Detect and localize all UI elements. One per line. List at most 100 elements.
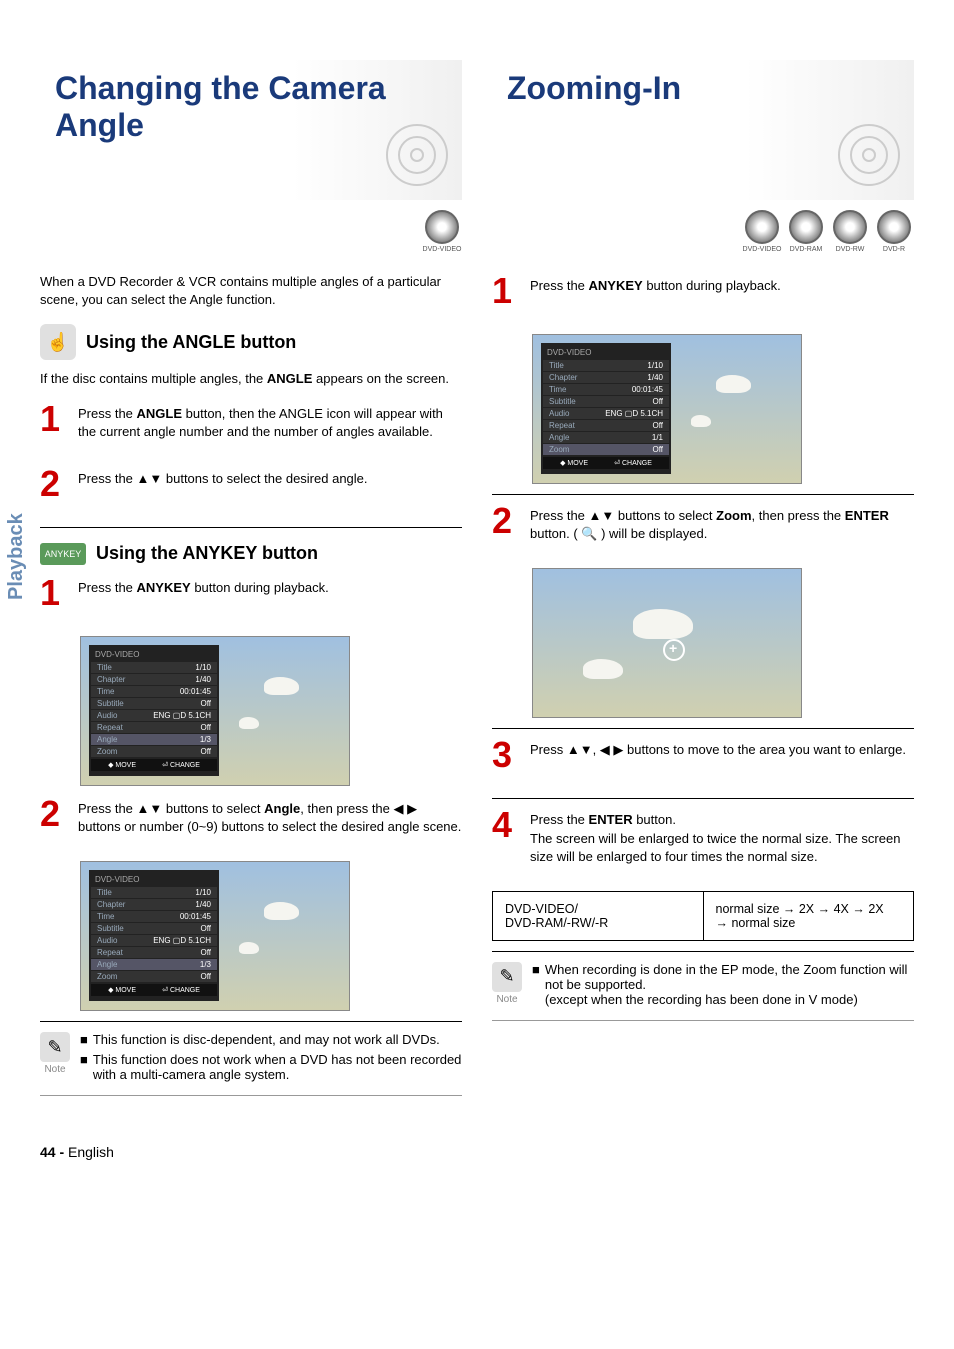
disc-circle-icon xyxy=(789,210,823,244)
note-content: ■This function is disc-dependent, and ma… xyxy=(80,1032,462,1087)
bird-graphic xyxy=(264,902,299,920)
osd-header: DVD-VIDEO xyxy=(89,873,219,886)
disc-icon: DVD-VIDEO xyxy=(422,210,462,258)
screenshot-b2: DVD-VIDEO Title1/10Chapter1/40Time00:01:… xyxy=(80,861,350,1011)
osd-row: Chapter1/40 xyxy=(91,899,217,910)
osd-row: Chapter1/40 xyxy=(543,372,669,383)
osd-row: Angle1/3 xyxy=(91,959,217,970)
section-b-head: ANYKEY Using the ANYKEY button xyxy=(40,543,462,565)
b: ANGLE xyxy=(267,371,313,386)
step-r3: 3 Press ▲▼, ◀ ▶ buttons to move to the a… xyxy=(492,737,914,783)
right-title: Zooming-In xyxy=(507,70,899,107)
intro-text: When a DVD Recorder & VCR contains multi… xyxy=(40,273,462,309)
bullet: ■This function does not work when a DVD … xyxy=(80,1052,462,1082)
step-text: Press the ENTER button. The screen will … xyxy=(530,807,914,866)
osd-footer: ◆ MOVE ⏎ CHANGE xyxy=(543,457,669,469)
osd-rows: Title1/10Chapter1/40Time00:01:45Subtitle… xyxy=(89,887,219,982)
b: Zoom xyxy=(716,508,751,523)
separator xyxy=(40,527,462,528)
section-a-head: ☝ Using the ANGLE button xyxy=(40,324,462,360)
step-num: 2 xyxy=(492,503,520,543)
screenshot-r1: DVD-VIDEO Title1/10Chapter1/40Time00:01:… xyxy=(532,334,802,484)
osd-row: AudioENG ▢D 5.1CH xyxy=(543,408,669,419)
disc-circle-icon xyxy=(745,210,779,244)
step-text: Press the ANGLE button, then the ANGLE i… xyxy=(78,401,462,441)
osd-footer: ◆ MOVE ⏎ CHANGE xyxy=(91,984,217,996)
b: Angle xyxy=(264,801,300,816)
step-num: 4 xyxy=(492,807,520,866)
osd-panel: DVD-VIDEO Title1/10Chapter1/40Time00:01:… xyxy=(89,870,219,1001)
osd-row: RepeatOff xyxy=(543,420,669,431)
step-b1: 1 Press the ANYKEY button during playbac… xyxy=(40,575,462,621)
osd-row: Time00:01:45 xyxy=(91,686,217,697)
step-r1: 1 Press the ANYKEY button during playbac… xyxy=(492,273,914,319)
step-num: 2 xyxy=(40,466,68,502)
osd-row: SubtitleOff xyxy=(543,396,669,407)
screenshot-b1: DVD-VIDEO Title1/10Chapter1/40Time00:01:… xyxy=(80,636,350,786)
osd-move: ◆ MOVE xyxy=(560,459,588,467)
osd-row: SubtitleOff xyxy=(91,698,217,709)
osd-row: Chapter1/40 xyxy=(91,674,217,685)
step-text: Press the ▲▼ buttons to select Angle, th… xyxy=(78,796,462,836)
step-text: Press the ▲▼ buttons to select Zoom, the… xyxy=(530,503,914,543)
note-icon: ✎ xyxy=(40,1032,70,1062)
osd-row: RepeatOff xyxy=(91,947,217,958)
osd-row: Title1/10 xyxy=(91,887,217,898)
disc-circle-icon xyxy=(425,210,459,244)
b: ENTER xyxy=(845,508,889,523)
disc-graphic-icon xyxy=(382,120,452,190)
disc-label: DVD-RW xyxy=(836,246,865,253)
disc-label: DVD-RAM xyxy=(790,246,823,253)
separator xyxy=(40,1095,462,1096)
osd-change: ⏎ CHANGE xyxy=(614,459,652,467)
separator xyxy=(492,951,914,952)
section-b-title: Using the ANYKEY button xyxy=(96,543,318,564)
osd-panel: DVD-VIDEO Title1/10Chapter1/40Time00:01:… xyxy=(541,343,671,474)
osd-move: ◆ MOVE xyxy=(108,761,136,769)
osd-row: ZoomOff xyxy=(91,746,217,757)
note-icon-col: ✎ Note xyxy=(40,1032,70,1087)
step-text: Press ▲▼, ◀ ▶ buttons to move to the are… xyxy=(530,737,906,773)
zoom-table: DVD-VIDEO/ DVD-RAM/-RW/-R normal size → … xyxy=(492,891,914,941)
separator xyxy=(492,798,914,799)
bird-graphic xyxy=(691,415,711,427)
t: The screen will be enlarged to twice the… xyxy=(530,831,900,864)
title-box-left: Changing the Camera Angle xyxy=(40,60,462,200)
step-num: 1 xyxy=(40,401,68,441)
t: appears on the screen. xyxy=(312,371,449,386)
step-text: Press the ▲▼ buttons to select the desir… xyxy=(78,466,368,502)
page-lang: English xyxy=(68,1144,114,1160)
osd-row: Title1/10 xyxy=(543,360,669,371)
note-icon: ✎ xyxy=(492,962,522,992)
step-a1: 1 Press the ANGLE button, then the ANGLE… xyxy=(40,401,462,451)
osd-footer: ◆ MOVE ⏎ CHANGE xyxy=(91,759,217,771)
bird-graphic xyxy=(239,717,259,729)
right-column: Zooming-In DVD-VIDEO DVD-RAM DVD-RW DVD-R 1… xyxy=(492,60,914,1104)
t: Press the ▲▼ buttons to select xyxy=(78,801,264,816)
t: button during playback. xyxy=(643,278,781,293)
side-tab: Playback xyxy=(5,513,28,600)
note-content: ■ When recording is done in the EP mode,… xyxy=(532,962,914,1012)
osd-row: Angle1/3 xyxy=(91,734,217,745)
step-r2: 2 Press the ▲▼ buttons to select Zoom, t… xyxy=(492,503,914,553)
section-a-desc: If the disc contains multiple angles, th… xyxy=(40,370,462,388)
t: Press the ▲▼ buttons to select xyxy=(530,508,716,523)
osd-row: ZoomOff xyxy=(91,971,217,982)
disc-icons-left: DVD-VIDEO xyxy=(40,210,462,258)
disc-circle-icon xyxy=(877,210,911,244)
disc-icon: DVD-R xyxy=(874,210,914,258)
table-cell-right: normal size → 2X → 4X → 2X → normal size xyxy=(704,892,914,940)
osd-header: DVD-VIDEO xyxy=(89,648,219,661)
bird-graphic xyxy=(264,677,299,695)
separator xyxy=(492,494,914,495)
t: If the disc contains multiple angles, th… xyxy=(40,371,267,386)
bird-graphic xyxy=(633,609,693,639)
osd-row: RepeatOff xyxy=(91,722,217,733)
anykey-badge-icon: ANYKEY xyxy=(40,543,86,565)
t: button during playback. xyxy=(191,580,329,595)
bird-graphic xyxy=(583,659,623,679)
disc-icon: DVD-VIDEO xyxy=(742,210,782,258)
t: button. xyxy=(633,812,676,827)
step-text: Press the ANYKEY button during playback. xyxy=(78,575,329,611)
disc-graphic-icon xyxy=(834,120,904,190)
